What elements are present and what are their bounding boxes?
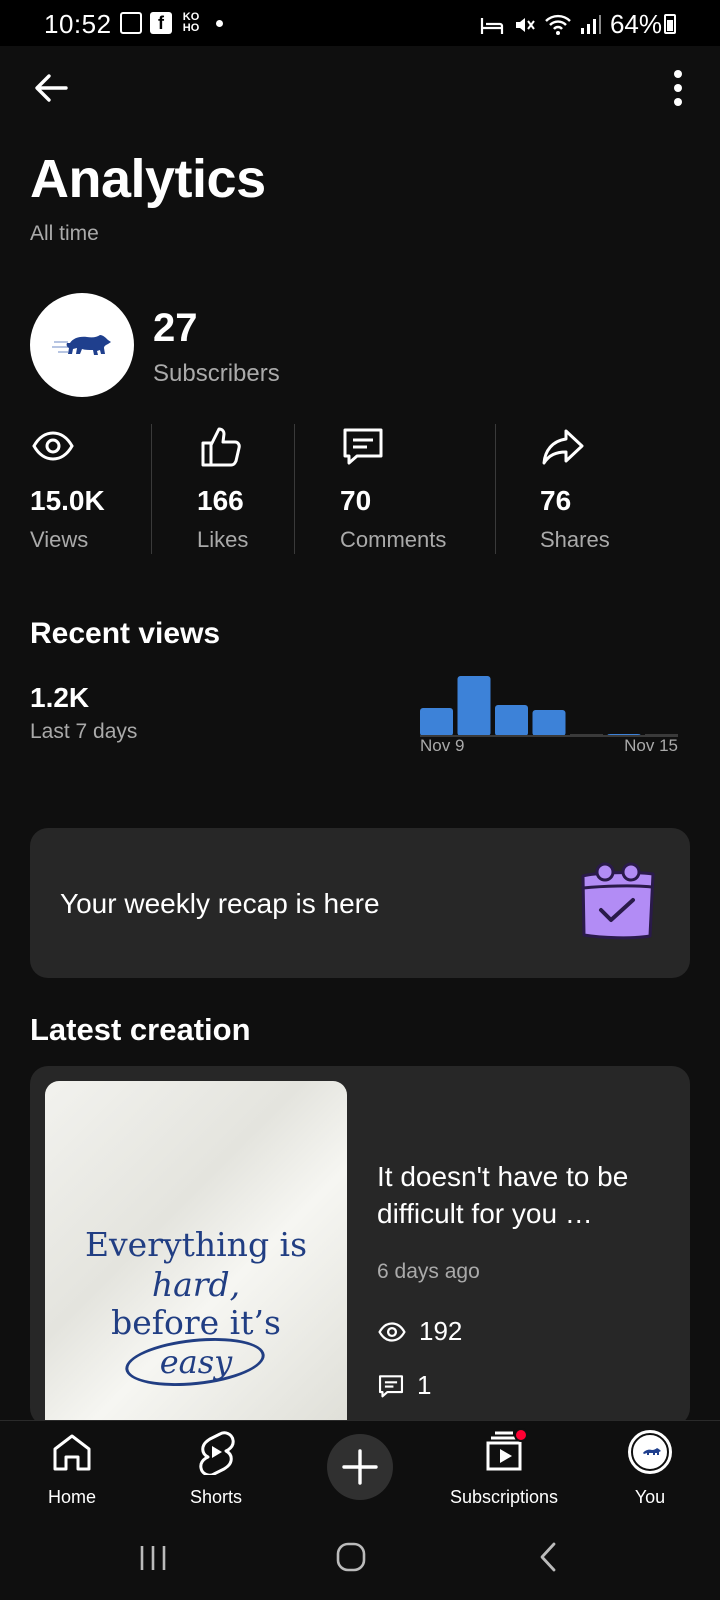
back-button[interactable] bbox=[30, 66, 74, 110]
nav-shorts[interactable]: Shorts bbox=[176, 1429, 256, 1521]
system-navigation-bar bbox=[0, 1530, 720, 1600]
recent-views-value: 1.2K bbox=[30, 682, 90, 713]
nav-subscriptions[interactable]: Subscriptions bbox=[436, 1429, 572, 1521]
period-label: All time bbox=[30, 222, 99, 245]
subscriptions-notification-badge bbox=[514, 1428, 528, 1442]
calendar-check-icon bbox=[581, 862, 655, 940]
home-icon bbox=[53, 1434, 91, 1471]
nav-subscriptions-label: Subscriptions bbox=[449, 1487, 559, 1507]
nav-you[interactable]: You bbox=[604, 1429, 696, 1521]
battery-icon bbox=[664, 14, 676, 34]
ko-ho-notification-icon: KO HO bbox=[182, 11, 200, 34]
recent-views-period: Last 7 days bbox=[30, 720, 138, 743]
status-bar: 10:52 f KO HO 64% bbox=[0, 0, 720, 46]
create-button[interactable] bbox=[327, 1434, 393, 1500]
home-system-icon[interactable] bbox=[334, 1540, 368, 1574]
signal-icon bbox=[580, 14, 601, 34]
stat-label: Views bbox=[30, 527, 89, 552]
weekly-recap-card[interactable]: Your weekly recap is here bbox=[30, 828, 690, 978]
chart-start-label: Nov 9 bbox=[420, 736, 464, 755]
mute-icon bbox=[515, 17, 535, 32]
divider bbox=[294, 424, 295, 554]
thumbnail-text: Everything is bbox=[84, 1225, 308, 1264]
chart-end-label: Nov 15 bbox=[624, 736, 678, 755]
eye-icon bbox=[378, 1321, 406, 1342]
more-options-button[interactable] bbox=[656, 66, 700, 110]
comment-icon bbox=[378, 1374, 404, 1397]
latest-creation-card[interactable]: Everything is hard, before it’s easy It … bbox=[30, 1066, 690, 1426]
more-notifications-icon bbox=[216, 19, 223, 27]
nav-home-label: Home bbox=[47, 1487, 96, 1507]
thumbnail-text: before it’s bbox=[111, 1303, 281, 1342]
bear-logo-icon bbox=[52, 335, 111, 355]
video-views: 192 bbox=[377, 1316, 462, 1347]
channel-avatar[interactable] bbox=[30, 293, 134, 397]
video-title[interactable]: It doesn't have to be difficult for you … bbox=[377, 1158, 667, 1232]
stat-value: 70 bbox=[340, 485, 372, 516]
thumbnail-text: easy bbox=[159, 1343, 233, 1381]
facebook-notification-icon: f bbox=[150, 12, 172, 34]
plus-icon bbox=[342, 1449, 378, 1485]
video-thumbnail[interactable]: Everything is hard, before it’s easy bbox=[45, 1081, 347, 1426]
stat-views[interactable]: 15.0K Views bbox=[30, 423, 105, 553]
stat-shares[interactable]: 76 Shares bbox=[540, 423, 610, 553]
wifi-icon bbox=[545, 14, 571, 35]
you-avatar-icon bbox=[628, 1430, 672, 1474]
back-system-icon[interactable] bbox=[536, 1540, 562, 1574]
stat-value: 76 bbox=[540, 485, 572, 516]
video-comments-count: 1 bbox=[417, 1370, 432, 1400]
thumbs-up-icon bbox=[201, 427, 241, 467]
share-icon bbox=[542, 429, 584, 465]
video-comments: 1 bbox=[377, 1370, 431, 1401]
eye-icon bbox=[32, 431, 74, 461]
stat-label: Likes bbox=[197, 527, 249, 552]
chart-bar-nov-10 bbox=[457, 676, 491, 736]
nav-you-label: You bbox=[634, 1487, 666, 1507]
nav-home[interactable]: Home bbox=[30, 1429, 114, 1521]
stat-label: Comments bbox=[340, 527, 447, 552]
subscriber-count: 27 bbox=[153, 306, 198, 350]
bottom-navigation: Home Shorts Subscriptions You bbox=[0, 1420, 720, 1530]
comment-icon bbox=[343, 428, 383, 465]
video-age: 6 days ago bbox=[377, 1260, 480, 1283]
thumbnail-text: hard, bbox=[151, 1265, 241, 1304]
status-time: 10:52 bbox=[44, 9, 112, 39]
divider bbox=[151, 424, 152, 554]
shorts-icon bbox=[199, 1431, 235, 1475]
gallery-notification-icon bbox=[120, 12, 142, 34]
video-views-count: 192 bbox=[419, 1316, 463, 1346]
chart-bar-nov-12 bbox=[532, 710, 566, 736]
stat-likes[interactable]: 166 Likes bbox=[197, 423, 248, 553]
chart-bar-nov-11 bbox=[495, 705, 528, 736]
stat-value: 15.0K bbox=[30, 485, 105, 516]
vertical-dots-icon bbox=[674, 70, 682, 106]
recent-views-chart[interactable]: Nov 9 Nov 15 bbox=[420, 660, 690, 760]
sleep-mode-icon bbox=[480, 17, 504, 34]
recent-apps-icon[interactable] bbox=[138, 1542, 168, 1574]
weekly-recap-text: Your weekly recap is here bbox=[60, 888, 380, 919]
arrow-left-icon bbox=[35, 74, 68, 102]
subscriber-label: Subscribers bbox=[153, 360, 280, 387]
nav-shorts-label: Shorts bbox=[189, 1487, 243, 1507]
stat-label: Shares bbox=[540, 527, 610, 552]
chart-bar-nov-9 bbox=[420, 708, 453, 736]
stat-value: 166 bbox=[197, 485, 244, 516]
recent-views-title: Recent views bbox=[30, 617, 221, 650]
stat-comments[interactable]: 70 Comments bbox=[340, 423, 446, 553]
battery-percent: 64% bbox=[609, 9, 662, 39]
divider bbox=[495, 424, 496, 554]
page-title: Analytics bbox=[30, 149, 266, 209]
latest-creation-title: Latest creation bbox=[30, 1012, 251, 1047]
